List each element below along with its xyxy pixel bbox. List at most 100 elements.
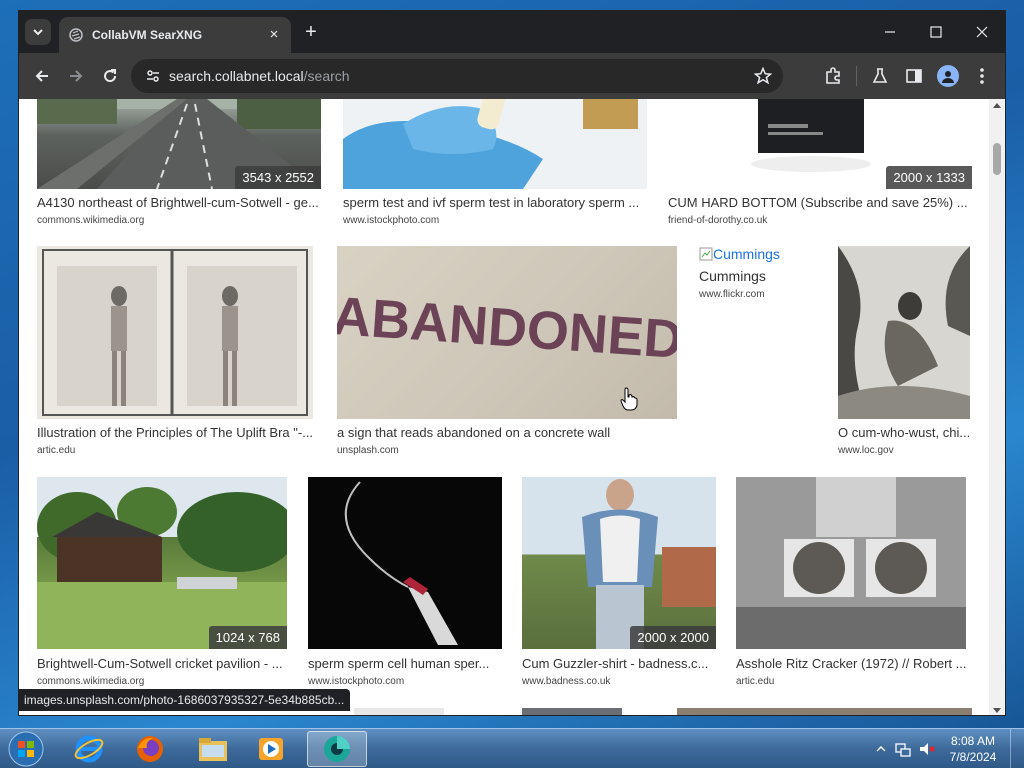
image-result[interactable]: sperm test and ivf sperm test in laborat… <box>343 99 647 229</box>
broken-image-icon <box>699 247 713 261</box>
new-tab-button[interactable]: + <box>300 22 322 44</box>
result-title[interactable]: O cum-who-wust, chi... <box>838 425 972 440</box>
result-thumbnail[interactable]: 3543 x 2552 <box>37 99 321 189</box>
labs-button[interactable] <box>863 59 897 93</box>
result-title[interactable]: Brightwell-Cum-Sotwell cricket pavilion … <box>37 656 287 671</box>
taskbar-browser-active[interactable] <box>307 731 367 767</box>
broken-image-alt: Cummings <box>713 246 780 262</box>
close-window-button[interactable] <box>959 11 1005 53</box>
image-result[interactable]: 3543 x 2552 A4130 northeast of Brightwel… <box>37 99 321 229</box>
volume-muted-icon[interactable] <box>918 740 936 758</box>
result-thumbnail[interactable]: 2000 x 1333 <box>668 99 972 189</box>
profile-button[interactable] <box>931 59 965 93</box>
system-tray: 8:08 AM 7/8/2024 <box>876 729 1024 768</box>
image-result-partial[interactable] <box>354 708 444 715</box>
reload-icon <box>104 69 117 83</box>
globe-icon <box>69 28 83 42</box>
result-url: artic.edu <box>37 445 76 456</box>
result-thumbnail[interactable] <box>308 477 502 649</box>
show-hidden-icons-icon[interactable] <box>876 744 886 754</box>
firefox-icon <box>137 736 163 762</box>
site-info-button[interactable] <box>139 62 167 90</box>
tab-close-button[interactable]: × <box>265 26 283 44</box>
result-url: www.badness.co.uk <box>522 676 611 687</box>
resolution-badge: 2000 x 2000 <box>630 626 716 649</box>
result-url: www.loc.gov <box>838 445 894 456</box>
hand-cursor-icon <box>620 387 638 411</box>
result-title[interactable]: sperm sperm cell human sper... <box>308 656 502 671</box>
maximize-icon <box>930 26 942 38</box>
close-icon <box>976 26 988 38</box>
result-title[interactable]: Cummings <box>699 268 766 284</box>
image-result-partial[interactable] <box>522 708 622 715</box>
scroll-down-arrow-icon[interactable] <box>993 708 1001 713</box>
scroll-up-arrow-icon[interactable] <box>993 103 1001 108</box>
start-button[interactable] <box>6 730 46 768</box>
result-title[interactable]: A4130 northeast of Brightwell-cum-Sotwel… <box>37 195 321 210</box>
maximize-button[interactable] <box>913 11 959 53</box>
network-icon[interactable] <box>894 740 912 758</box>
taskbar-ie[interactable] <box>62 731 116 767</box>
resolution-badge: 3543 x 2552 <box>235 166 321 189</box>
side-panel-button[interactable] <box>897 59 931 93</box>
image-result[interactable]: ABANDONED a sign that reads abandoned on… <box>337 246 677 461</box>
image-result-partial[interactable] <box>677 708 972 715</box>
back-button[interactable] <box>25 59 59 93</box>
result-title[interactable]: a sign that reads abandoned on a concret… <box>337 425 677 440</box>
result-title[interactable]: CUM HARD BOTTOM (Subscribe and save 25%)… <box>668 195 972 210</box>
url-host: search.collabnet.local <box>169 68 304 84</box>
result-url: unsplash.com <box>337 445 399 456</box>
extensions-button[interactable] <box>816 59 850 93</box>
title-bar: CollabVM SearXNG × + <box>19 11 1005 53</box>
result-url: friend-of-dorothy.co.uk <box>668 215 768 226</box>
forward-button[interactable] <box>59 59 93 93</box>
image-result[interactable]: O cum-who-wust, chi... www.loc.gov <box>838 246 972 461</box>
taskbar-media-player[interactable] <box>244 731 298 767</box>
flask-icon <box>872 68 888 83</box>
minimize-button[interactable] <box>867 11 913 53</box>
broken-image[interactable]: Cummings <box>699 246 780 262</box>
image-result[interactable]: 2000 x 2000 Cum Guzzler-shirt - badness.… <box>522 477 716 692</box>
image-result[interactable]: Cummings Cummings www.flickr.com <box>699 246 829 306</box>
menu-button[interactable] <box>965 59 999 93</box>
resolution-badge: 1024 x 768 <box>208 626 287 649</box>
resolution-badge: 2000 x 1333 <box>886 166 972 189</box>
result-thumbnail[interactable] <box>343 99 647 189</box>
result-thumbnail[interactable]: 2000 x 2000 <box>522 477 716 649</box>
result-url: commons.wikimedia.org <box>37 215 145 226</box>
result-thumbnail[interactable] <box>736 477 966 649</box>
star-icon <box>754 67 772 85</box>
result-url: www.istockphoto.com <box>343 215 440 226</box>
tab-search-button[interactable] <box>25 19 51 45</box>
reload-button[interactable] <box>93 59 127 93</box>
ritz-cracker-image <box>736 477 966 649</box>
result-url: www.istockphoto.com <box>308 676 405 687</box>
result-thumbnail[interactable] <box>838 246 970 419</box>
clock[interactable]: 8:08 AM 7/8/2024 <box>942 733 1004 765</box>
taskbar-explorer[interactable] <box>186 731 240 767</box>
avatar <box>937 65 959 87</box>
scroll-thumb[interactable] <box>993 143 1001 175</box>
bookmark-star-button[interactable] <box>753 66 773 86</box>
image-result[interactable]: 2000 x 1333 CUM HARD BOTTOM (Subscribe a… <box>668 99 972 229</box>
result-thumbnail[interactable]: 1024 x 768 <box>37 477 287 649</box>
image-result[interactable]: 1024 x 768 Brightwell-Cum-Sotwell cricke… <box>37 477 287 692</box>
image-result[interactable]: sperm sperm cell human sper... www.istoc… <box>308 477 502 692</box>
tab-active[interactable]: CollabVM SearXNG × <box>59 17 291 53</box>
vertical-scrollbar[interactable] <box>989 99 1005 715</box>
result-title[interactable]: Cum Guzzler-shirt - badness.c... <box>522 656 716 671</box>
address-bar[interactable]: search.collabnet.local/search <box>131 59 783 93</box>
internet-explorer-icon <box>74 735 104 763</box>
result-title[interactable]: sperm test and ivf sperm test in laborat… <box>343 195 647 210</box>
arrow-right-icon <box>70 70 83 82</box>
image-result[interactable]: Asshole Ritz Cracker (1972) // Robert ..… <box>736 477 972 692</box>
result-title[interactable]: Illustration of the Principles of The Up… <box>37 425 315 440</box>
browser-window: CollabVM SearXNG × + search.collabnet.lo… <box>18 10 1006 716</box>
image-result[interactable]: Illustration of the Principles of The Up… <box>37 246 317 461</box>
result-title[interactable]: Asshole Ritz Cracker (1972) // Robert ..… <box>736 656 972 671</box>
show-desktop-button[interactable] <box>1010 729 1024 768</box>
taskbar-firefox[interactable] <box>123 731 177 767</box>
url-path: /search <box>303 68 350 84</box>
result-thumbnail[interactable] <box>37 246 313 419</box>
lab-glove-image <box>343 99 647 189</box>
